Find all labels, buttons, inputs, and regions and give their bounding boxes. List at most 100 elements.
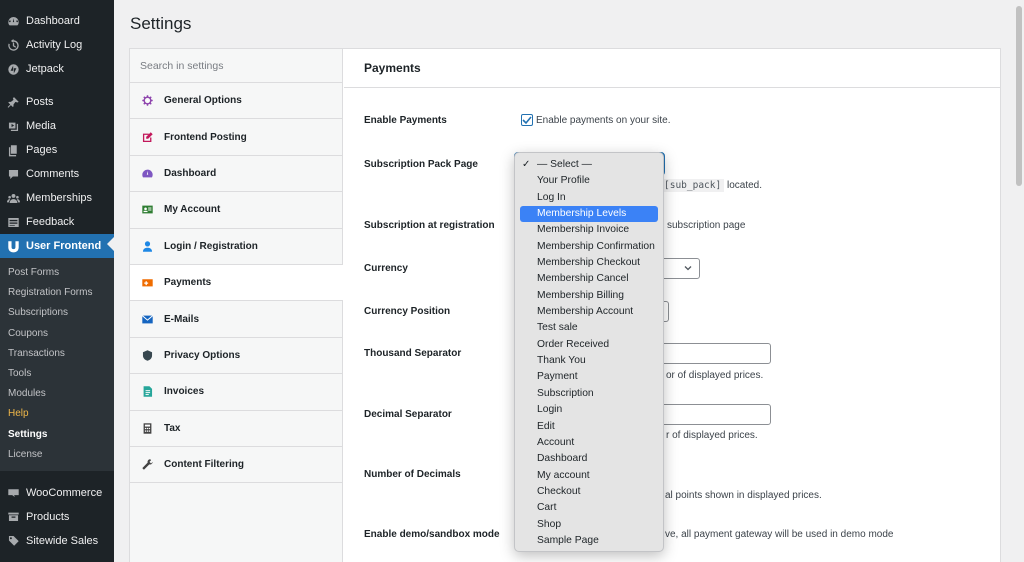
submenu-item[interactable]: Post Forms <box>0 263 114 283</box>
menu-item-jetpack[interactable]: Jetpack <box>0 57 114 81</box>
menu-item-posts[interactable]: Posts <box>0 90 114 114</box>
dropdown-option[interactable]: My account <box>520 468 658 484</box>
submenu-item[interactable]: Modules <box>0 384 114 404</box>
submenu-item[interactable]: Transactions <box>0 344 114 364</box>
dropdown-option[interactable]: Test sale <box>520 320 658 336</box>
nav-item-login-registration[interactable]: Login / Registration <box>130 229 342 265</box>
settings-search-input[interactable]: Search in settings <box>130 49 342 83</box>
option-label: Cart <box>537 502 557 514</box>
dropdown-option[interactable]: Dashboard <box>520 451 658 467</box>
submenu-item-settings[interactable]: Settings <box>0 425 114 445</box>
option-label: Thank You <box>537 355 586 367</box>
nav-item-privacy-options[interactable]: Privacy Options <box>130 338 342 375</box>
menu-label: Activity Log <box>26 39 83 51</box>
dropdown-option[interactable]: Sample Page <box>520 533 658 549</box>
comments-icon <box>6 167 20 181</box>
dropdown-option[interactable]: Order Received <box>520 337 658 353</box>
dropdown-option[interactable]: Edit <box>520 419 658 435</box>
nav-item-dashboard[interactable]: Dashboard <box>130 156 342 193</box>
pages-icon <box>6 143 20 157</box>
dropdown-option[interactable]: Membership Billing <box>520 288 658 304</box>
menu-item-activity-log[interactable]: Activity Log <box>0 33 114 57</box>
menu-item-dashboard[interactable]: Dashboard <box>0 9 114 33</box>
dropdown-option[interactable]: Membership Cancel <box>520 271 658 287</box>
user-frontend-icon <box>6 239 20 253</box>
decimal-separator-label: Decimal Separator <box>364 409 452 420</box>
option-label: Your Profile <box>537 175 590 187</box>
dropdown-option[interactable]: Membership Confirmation <box>520 239 658 255</box>
option-label: Edit <box>537 420 555 432</box>
nav-item-tax[interactable]: Tax <box>130 411 342 447</box>
subscription-pack-dropdown: ✓ — Select — Your Profile Log In Membersh… <box>514 152 664 552</box>
menu-label: Posts <box>26 96 54 108</box>
user-icon <box>140 239 154 253</box>
demo-mode-desc: ve, all payment gateway will be used in … <box>665 529 894 540</box>
dropdown-option[interactable]: Cart <box>520 500 658 516</box>
dropdown-option[interactable]: Checkout <box>520 484 658 500</box>
payments-icon <box>140 276 154 290</box>
menu-label: Dashboard <box>26 15 80 27</box>
submenu-item[interactable]: License <box>0 445 114 465</box>
enable-payments-text: Enable payments on your site. <box>536 115 671 126</box>
option-label: Log In <box>537 191 566 203</box>
dropdown-option[interactable]: Membership Checkout <box>520 255 658 271</box>
menu-item-media[interactable]: Media <box>0 114 114 138</box>
payments-settings: Payments Enable Payments Enable payments… <box>344 49 1000 562</box>
option-label: Login <box>537 404 563 416</box>
menu-item-feedback[interactable]: Feedback <box>0 210 114 234</box>
dropdown-option[interactable]: Membership Invoice <box>520 222 658 238</box>
menu-item-pages[interactable]: Pages <box>0 138 114 162</box>
dropdown-option[interactable]: Account <box>520 435 658 451</box>
dropdown-option[interactable]: ✓ — Select — <box>520 157 658 173</box>
menu-item-comments[interactable]: Comments <box>0 162 114 186</box>
subscription-at-registration-label: Subscription at registration <box>364 220 495 231</box>
dropdown-option[interactable]: Login <box>520 402 658 418</box>
dropdown-option[interactable]: Shop <box>520 517 658 533</box>
submenu-item[interactable]: Registration Forms <box>0 283 114 303</box>
nav-item-frontend-posting[interactable]: Frontend Posting <box>130 119 342 156</box>
menu-label: Memberships <box>26 192 93 204</box>
dropdown-option[interactable]: Your Profile <box>520 173 658 189</box>
chevron-down-icon <box>684 266 692 271</box>
gear-icon <box>140 94 154 108</box>
menu-item-woocommerce[interactable]: WooCommerce <box>0 481 114 505</box>
nav-item-emails[interactable]: E-Mails <box>130 301 342 338</box>
number-of-decimals-desc: al points shown in displayed prices. <box>665 490 822 501</box>
menu-item-memberships[interactable]: Memberships <box>0 186 114 210</box>
menu-label: Feedback <box>26 216 75 228</box>
menu-item-user-frontend[interactable]: User Frontend <box>0 234 114 258</box>
nav-item-payments[interactable]: Payments <box>130 264 343 302</box>
nav-label: Frontend Posting <box>164 131 247 143</box>
nav-item-general-options[interactable]: General Options <box>130 83 342 120</box>
menu-item-sitewide-sales[interactable]: Sitewide Sales <box>0 529 114 553</box>
currency-label: Currency <box>364 263 408 274</box>
submenu-item[interactable]: Coupons <box>0 324 114 344</box>
subscription-pack-page-label: Subscription Pack Page <box>364 159 478 170</box>
nav-label: E-Mails <box>164 313 200 325</box>
submenu-item[interactable]: Tools <box>0 364 114 384</box>
media-icon <box>6 119 20 133</box>
scrollbar-thumb[interactable] <box>1016 6 1022 186</box>
submenu-item-help[interactable]: Help <box>0 404 114 424</box>
nav-item-my-account[interactable]: My Account <box>130 192 342 229</box>
dropdown-option[interactable]: Payment <box>520 369 658 385</box>
dropdown-option[interactable]: Subscription <box>520 386 658 402</box>
dropdown-option[interactable]: Thank You <box>520 353 658 369</box>
menu-label: Jetpack <box>26 63 64 75</box>
nav-item-content-filtering[interactable]: Content Filtering <box>130 447 342 484</box>
enable-payments-checkbox[interactable] <box>521 114 533 126</box>
menu-item-products[interactable]: Products <box>0 505 114 529</box>
option-label: Dashboard <box>537 453 588 465</box>
dashboard-icon <box>140 166 154 180</box>
settings-nav: Search in settings General Options Front… <box>130 49 343 562</box>
dropdown-option-highlighted[interactable]: Membership Levels <box>520 206 658 223</box>
woocommerce-icon <box>6 486 20 500</box>
dropdown-option[interactable]: Log In <box>520 190 658 206</box>
dropdown-option[interactable]: Membership Account <box>520 304 658 320</box>
shield-icon <box>140 348 154 362</box>
option-label: Membership Invoice <box>537 224 630 236</box>
submenu-item[interactable]: Subscriptions <box>0 303 114 323</box>
nav-item-invoices[interactable]: Invoices <box>130 374 342 411</box>
page-scrollbar[interactable] <box>1014 0 1024 562</box>
page-title: Settings <box>130 14 192 33</box>
